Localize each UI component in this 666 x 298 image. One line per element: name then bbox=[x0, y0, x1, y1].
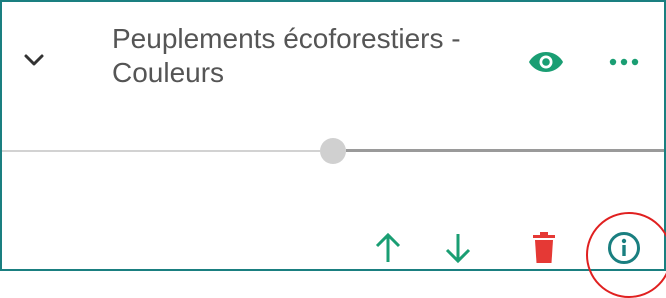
opacity-slider-track-filled bbox=[2, 150, 320, 152]
info-button[interactable] bbox=[604, 228, 644, 268]
opacity-slider[interactable] bbox=[2, 136, 664, 166]
trash-icon bbox=[533, 232, 555, 263]
more-options-button[interactable] bbox=[602, 44, 646, 80]
layer-panel: Peuplements écoforestiers - Couleurs bbox=[0, 0, 666, 271]
move-down-button[interactable] bbox=[438, 228, 478, 268]
arrow-down-icon bbox=[445, 234, 471, 264]
more-horizontal-icon bbox=[609, 58, 639, 66]
layer-title-line-1: Peuplements écoforestiers - bbox=[112, 23, 461, 54]
opacity-slider-thumb[interactable] bbox=[320, 138, 346, 164]
delete-button[interactable] bbox=[524, 228, 564, 268]
opacity-slider-track-remaining bbox=[346, 149, 664, 152]
chevron-down-icon bbox=[24, 54, 44, 66]
move-up-button[interactable] bbox=[368, 228, 408, 268]
layer-title: Peuplements écoforestiers - Couleurs bbox=[112, 22, 532, 90]
visibility-toggle[interactable] bbox=[526, 44, 566, 80]
eye-icon bbox=[529, 52, 563, 72]
layer-title-line-2: Couleurs bbox=[112, 57, 225, 88]
collapse-button[interactable] bbox=[20, 46, 48, 74]
info-icon bbox=[608, 232, 640, 264]
arrow-up-icon bbox=[375, 232, 401, 262]
